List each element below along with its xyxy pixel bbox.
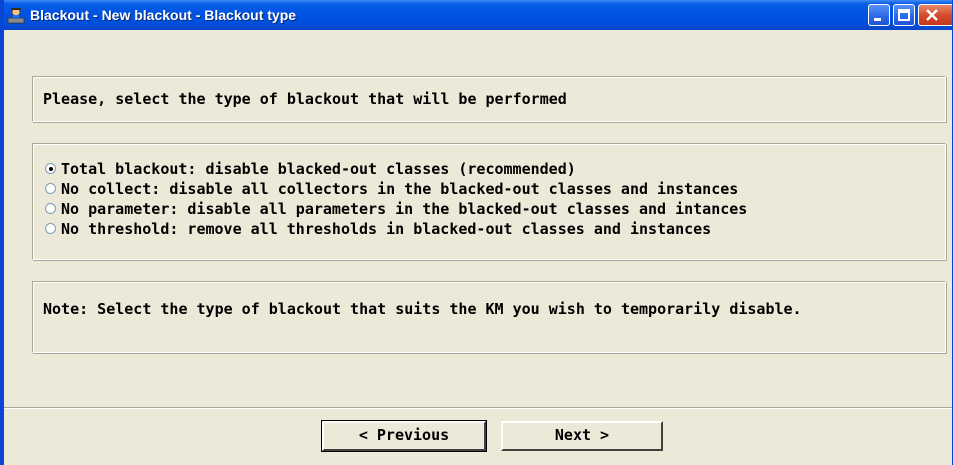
- close-button[interactable]: [918, 4, 952, 26]
- option-label: No parameter: disable all parameters in …: [61, 200, 748, 218]
- note-text: Note: Select the type of blackout that s…: [43, 300, 802, 318]
- radio-total-blackout[interactable]: [45, 163, 56, 174]
- maximize-icon: [898, 9, 910, 21]
- note-panel: Note: Select the type of blackout that s…: [32, 281, 946, 353]
- close-icon: [926, 9, 938, 21]
- option-label: No collect: disable all collectors in th…: [61, 180, 739, 198]
- wizard-window: Blackout - New blackout - Blackout type …: [0, 0, 953, 465]
- minimize-icon: [874, 18, 881, 21]
- minimize-button[interactable]: [868, 4, 890, 26]
- option-label: No threshold: remove all thresholds in b…: [61, 220, 712, 238]
- header-panel: Please, select the type of blackout that…: [32, 76, 946, 122]
- window-title: Blackout - New blackout - Blackout type: [30, 7, 297, 23]
- blackout-type-options: Total blackout: disable blacked-out clas…: [32, 143, 946, 260]
- title-bar[interactable]: Blackout - New blackout - Blackout type: [4, 0, 952, 30]
- radio-no-threshold[interactable]: [45, 223, 56, 234]
- instruction-text: Please, select the type of blackout that…: [43, 90, 567, 108]
- maximize-button[interactable]: [893, 4, 915, 26]
- previous-button[interactable]: < Previous: [321, 420, 487, 452]
- radio-no-collect[interactable]: [45, 183, 56, 194]
- app-icon: [7, 7, 25, 24]
- radio-selected-dot: [49, 167, 53, 171]
- radio-no-parameter[interactable]: [45, 203, 56, 214]
- footer-separator: [4, 407, 952, 409]
- option-label: Total blackout: disable blacked-out clas…: [61, 160, 576, 178]
- next-button[interactable]: Next >: [501, 421, 663, 451]
